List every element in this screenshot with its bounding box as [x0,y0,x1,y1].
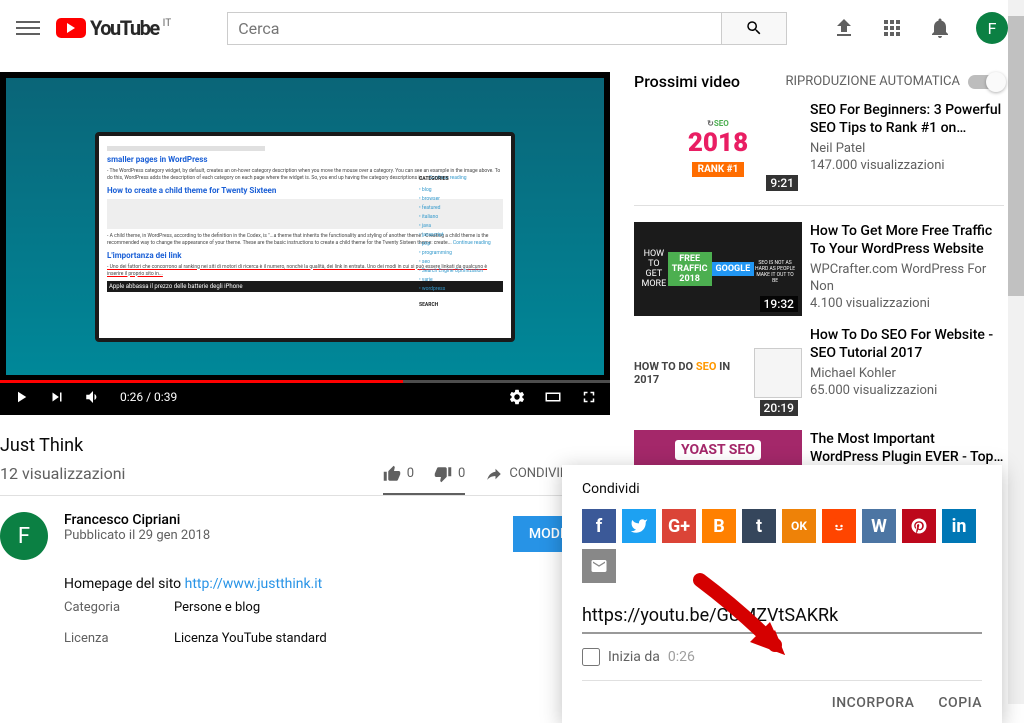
masthead: YouTube IT F [0,0,1024,56]
video-thumbnail: HOW TO GET MOREFREE TRAFFIC 2018GOOGLE S… [634,222,802,316]
country-code: IT [163,18,172,29]
share-facebook-icon[interactable]: f [582,509,616,543]
youtube-logo[interactable]: YouTube IT [56,16,171,40]
share-tumblr-icon[interactable]: t [742,509,776,543]
user-avatar[interactable]: F [976,12,1008,44]
volume-icon[interactable] [84,388,102,406]
recommendation-item[interactable]: HOW TO DO SEO IN 2017 20:19 How To Do SE… [634,326,1004,420]
thumb-down-icon [434,465,452,483]
share-twitter-icon[interactable] [622,509,656,543]
share-googleplus-icon[interactable]: G+ [662,509,696,543]
search-button[interactable] [722,12,787,45]
like-button[interactable]: 0 [383,465,414,483]
video-thumbnail: ↻SEO 2018RANK #1 9:21 [634,101,802,195]
logo-text: YouTube [90,16,159,40]
share-reddit-icon[interactable] [822,509,856,543]
share-vk-icon[interactable]: W [862,509,896,543]
autoplay-label: RIPRODUZIONE AUTOMATICA [785,74,960,89]
category-link[interactable]: Persone e blog [174,600,260,615]
youtube-icon [56,18,86,38]
search-icon [745,19,763,37]
share-linkedin-icon[interactable]: in [942,509,976,543]
start-at-checkbox[interactable] [582,648,600,666]
recommendation-item[interactable]: ↻SEO 2018RANK #1 9:21 SEO For Beginners:… [634,101,1004,195]
channel-avatar[interactable]: F [0,512,48,560]
share-pinterest-icon[interactable] [902,509,936,543]
video-frame: smaller pages in WordPress - The WordPre… [6,78,604,375]
search-input[interactable] [227,12,722,45]
recommendation-item[interactable]: HOW TO GET MOREFREE TRAFFIC 2018GOOGLE S… [634,222,1004,316]
video-title: Just Think [0,415,610,464]
share-dialog-title: Condividi [582,481,982,497]
play-icon[interactable] [12,388,30,406]
publish-date: Pubblicato il 29 gen 2018 [64,528,497,543]
channel-name[interactable]: Francesco Cipriani [64,512,497,528]
share-blogger-icon[interactable]: B [702,509,736,543]
video-description: Homepage del sito http://www.justthink.i… [0,576,610,654]
share-url-input[interactable] [582,599,982,634]
share-ok-icon[interactable]: OK [782,509,816,543]
recommendation-item[interactable]: YOAST SEO The Most Important WordPress P… [634,430,1004,470]
share-dialog: Condividi f G+ B t OK W in Inizia da 0:2… [562,465,1002,723]
page-scrollbar[interactable] [1008,0,1024,704]
embed-button[interactable]: INCORPORA [832,695,915,711]
video-thumbnail: HOW TO DO SEO IN 2017 20:19 [634,326,802,420]
bell-icon[interactable] [928,16,952,40]
settings-icon[interactable] [508,388,526,406]
upload-icon[interactable] [832,16,856,40]
player-controls: 0:26 / 0:39 [0,379,610,415]
share-button[interactable]: CONDIVIDI [485,465,572,483]
next-icon[interactable] [48,388,66,406]
autoplay-toggle[interactable] [968,75,1004,89]
homepage-link[interactable]: http://www.justthink.it [185,576,323,592]
theater-icon[interactable] [544,388,562,406]
time-display: 0:26 / 0:39 [120,390,177,404]
apps-icon[interactable] [880,16,904,40]
dislike-button[interactable]: 0 [434,465,465,483]
share-icon [485,465,503,483]
thumb-up-icon [383,465,401,483]
upnext-heading: Prossimi video [634,72,740,91]
video-player[interactable]: smaller pages in WordPress - The WordPre… [0,72,610,415]
copy-button[interactable]: COPIA [938,695,982,711]
menu-icon[interactable] [16,16,40,40]
view-count: 12 visualizzazioni [0,464,125,483]
fullscreen-icon[interactable] [580,388,598,406]
video-thumbnail: YOAST SEO [634,430,802,470]
share-email-icon[interactable] [582,549,616,583]
